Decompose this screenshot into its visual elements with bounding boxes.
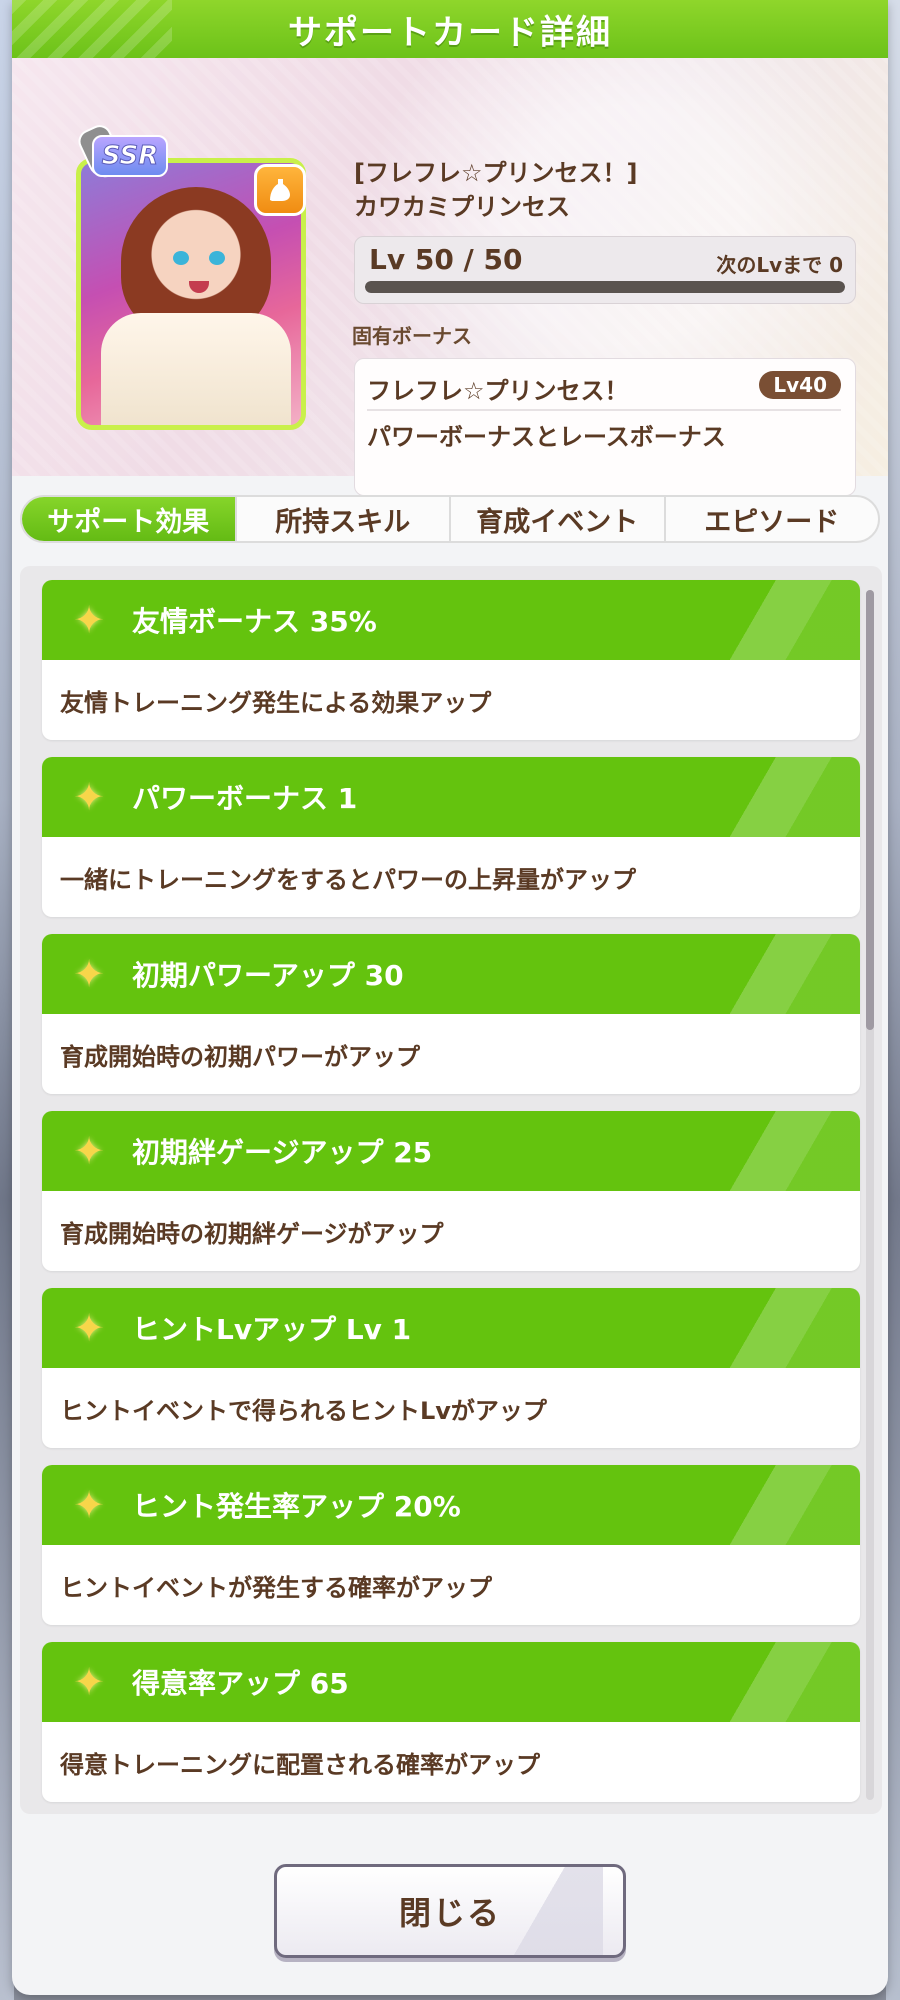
power-muscle-icon <box>254 164 306 216</box>
unique-bonus-box: フレフレ☆プリンセス！ Lv40 パワーボーナスとレースボーナス <box>354 358 856 496</box>
effect-header: ✦ パワーボーナス 1 <box>42 757 860 837</box>
effect-description: 得意トレーニングに配置される確率がアップ <box>60 1750 540 1779</box>
close-button-label: 閉じる <box>398 1894 501 1932</box>
rarity-badge: SSR <box>74 121 172 188</box>
effect-item: ✦ ヒントLvアップ Lv 1 ヒントイベントで得られるヒントLvがアップ <box>42 1288 860 1448</box>
title-bar-stripes <box>12 0 172 58</box>
character-eye-right <box>209 251 225 265</box>
effect-header: ✦ ヒント発生率アップ 20% <box>42 1465 860 1545</box>
effect-description: ヒントイベントが発生する確率がアップ <box>60 1573 492 1602</box>
effects-scrollbar[interactable] <box>866 590 874 1800</box>
sparkle-icon: ✦ <box>73 952 105 996</box>
effect-name: 初期絆ゲージアップ 25 <box>132 1136 433 1169</box>
card-header-area: SSR [フレフレ☆プリンセス！] カワカミプリンセス Lv 50 / 50 次… <box>12 58 888 496</box>
effect-name: ヒント発生率アップ 20% <box>132 1490 461 1523</box>
effect-header: ✦ 友情ボーナス 35% <box>42 580 860 660</box>
card-info: [フレフレ☆プリンセス！] カワカミプリンセス <box>354 156 854 224</box>
effect-header: ✦ 初期パワーアップ 30 <box>42 934 860 1014</box>
level-progress-fill <box>365 281 845 293</box>
effect-item: ✦ 初期絆ゲージアップ 25 育成開始時の初期絆ゲージがアップ <box>42 1111 860 1271</box>
tab-skills[interactable]: 所持スキル <box>237 497 451 541</box>
detail-tabs: サポート効果 所持スキル 育成イベント エピソード <box>20 495 880 543</box>
unique-bonus-description: パワーボーナスとレースボーナス <box>367 423 726 451</box>
muscle-icon-glyph <box>270 179 290 201</box>
effect-item: ✦ 友情ボーナス 35% 友情トレーニング発生による効果アップ <box>42 580 860 740</box>
effect-header: ✦ ヒントLvアップ Lv 1 <box>42 1288 860 1368</box>
effect-description: 一緒にトレーニングをするとパワーの上昇量がアップ <box>60 865 636 894</box>
level-progress-bar <box>365 281 845 293</box>
effect-item: ✦ 初期パワーアップ 30 育成開始時の初期パワーがアップ <box>42 934 860 1094</box>
tab-episodes[interactable]: エピソード <box>666 497 879 541</box>
dialog-title: サポートカード詳細 <box>288 12 612 53</box>
effect-description: 友情トレーニング発生による効果アップ <box>60 688 492 717</box>
effect-name: 友情ボーナス 35% <box>132 605 377 638</box>
effects-scrollbar-thumb[interactable] <box>866 590 874 1030</box>
effect-header: ✦ 得意率アップ 65 <box>42 1642 860 1722</box>
effect-name: パワーボーナス 1 <box>132 782 358 815</box>
dialog-title-bar: サポートカード詳細 <box>12 0 888 58</box>
support-card-detail-dialog: サポートカード詳細 SSR [フレフレ☆プリンセス！] カワカミプリンセス Lv… <box>12 0 888 1995</box>
unique-bonus-name: フレフレ☆プリンセス！ <box>367 377 629 405</box>
tab-training-events[interactable]: 育成イベント <box>451 497 666 541</box>
background-right-edge <box>886 0 900 2000</box>
level-box: Lv 50 / 50 次のLvまで 0 <box>354 236 856 304</box>
sparkle-icon: ✦ <box>73 1660 105 1704</box>
character-body <box>101 313 291 425</box>
sparkle-icon: ✦ <box>73 598 105 642</box>
character-eye-left <box>173 251 189 265</box>
effect-name: ヒントLvアップ Lv 1 <box>132 1313 412 1346</box>
unique-bonus-lv-badge: Lv40 <box>759 371 841 399</box>
unique-bonus-label: 固有ボーナス <box>352 324 472 348</box>
effect-header: ✦ 初期絆ゲージアップ 25 <box>42 1111 860 1191</box>
card-character-name: カワカミプリンセス <box>354 193 570 221</box>
effect-item: ✦ 得意率アップ 65 得意トレーニングに配置される確率がアップ <box>42 1642 860 1802</box>
effect-item: ✦ ヒント発生率アップ 20% ヒントイベントが発生する確率がアップ <box>42 1465 860 1625</box>
effect-name: 初期パワーアップ 30 <box>132 959 404 992</box>
effect-list: ✦ 友情ボーナス 35% 友情トレーニング発生による効果アップ ✦ パワーボーナ… <box>42 580 860 1819</box>
effect-item: ✦ パワーボーナス 1 一緒にトレーニングをするとパワーの上昇量がアップ <box>42 757 860 917</box>
rarity-label: SSR <box>91 135 169 177</box>
tab-support-effects[interactable]: サポート効果 <box>22 497 237 541</box>
unique-bonus-divider <box>367 409 841 411</box>
effects-panel[interactable]: ✦ 友情ボーナス 35% 友情トレーニング発生による効果アップ ✦ パワーボーナ… <box>20 566 882 1814</box>
level-text: Lv 50 / 50 <box>369 243 523 276</box>
effect-description: 育成開始時の初期パワーがアップ <box>60 1042 420 1071</box>
sparkle-icon: ✦ <box>73 775 105 819</box>
sparkle-icon: ✦ <box>73 1129 105 1173</box>
effect-description: ヒントイベントで得られるヒントLvがアップ <box>60 1396 547 1425</box>
close-button[interactable]: 閉じる <box>274 1864 626 1958</box>
effect-description: 育成開始時の初期絆ゲージがアップ <box>60 1219 444 1248</box>
sparkle-icon: ✦ <box>73 1483 105 1527</box>
next-level-text: 次のLvまで 0 <box>716 253 843 277</box>
card-image-area[interactable]: SSR <box>62 108 312 438</box>
sparkle-icon: ✦ <box>73 1306 105 1350</box>
card-title: [フレフレ☆プリンセス！] <box>354 159 638 187</box>
effect-name: 得意率アップ 65 <box>132 1667 349 1700</box>
